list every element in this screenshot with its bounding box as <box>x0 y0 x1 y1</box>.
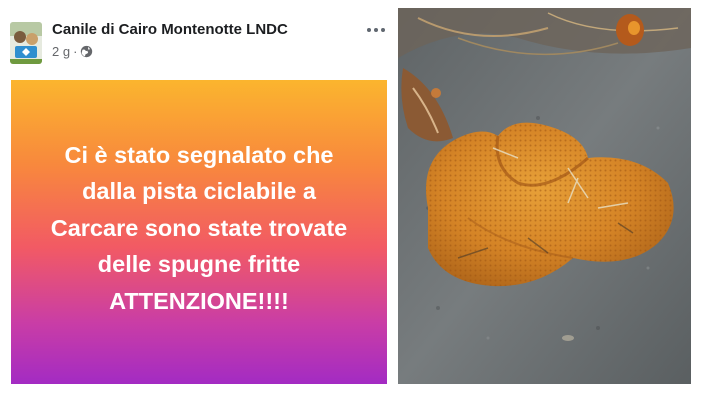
meta-separator: · <box>73 44 78 59</box>
page-name[interactable]: Canile di Cairo Montenotte LNDC <box>52 21 288 38</box>
post-meta: 2 g · <box>52 44 93 59</box>
debris <box>562 335 574 341</box>
avatar-image <box>10 22 42 64</box>
post-text-line: Carcare sono state trovate <box>50 214 348 241</box>
page-avatar[interactable] <box>10 22 42 64</box>
more-options-icon <box>367 28 371 32</box>
post-header: Canile di Cairo Montenotte LNDC 2 g · <box>0 0 393 78</box>
photo-panel <box>398 8 691 384</box>
post-time[interactable]: 2 g <box>52 44 70 59</box>
sponge-photo <box>398 8 691 384</box>
facebook-post: Canile di Cairo Montenotte LNDC 2 g · Ci… <box>0 0 393 395</box>
post-text-line: dalla pista ciclabile a <box>82 178 316 205</box>
globe-icon <box>81 45 93 58</box>
post-text: Ci è stato segnalato che dalla pista cic… <box>43 137 355 320</box>
post-background: Ci è stato segnalato che dalla pista cic… <box>11 80 387 384</box>
post-text-line: ATTENZIONE!!!! <box>109 287 289 314</box>
more-options-button[interactable] <box>364 22 388 38</box>
post-text-line: Ci è stato segnalato che <box>64 141 334 168</box>
post-text-line: delle spugne fritte <box>97 251 301 278</box>
